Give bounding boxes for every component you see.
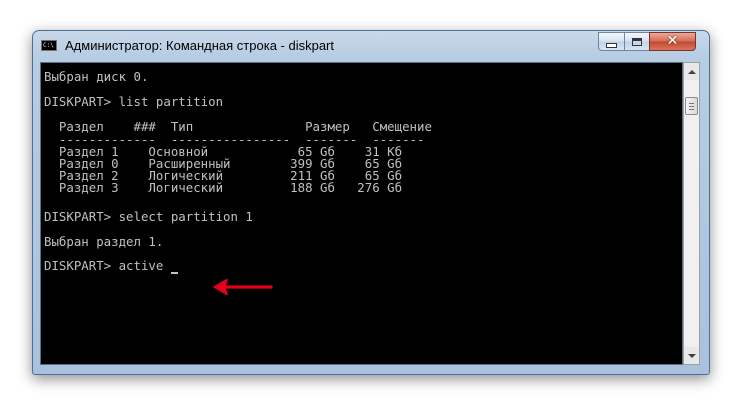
cmd-app-icon[interactable]: C:\ — [41, 40, 57, 51]
partition-table-row: Раздел 3 Логический 188 Gб 276 Gб — [44, 180, 403, 195]
minimize-icon — [606, 42, 617, 48]
console-output[interactable]: Выбран диск 0. DISKPART> list partition … — [40, 62, 683, 365]
console-line: Выбран диск 0. — [44, 69, 149, 84]
arrow-up-icon — [687, 69, 696, 74]
window-title: Администратор: Командная строка - diskpa… — [65, 38, 335, 53]
vertical-scrollbar[interactable] — [683, 62, 700, 365]
title-bar[interactable]: C:\ Администратор: Командная строка - di… — [33, 31, 709, 59]
scroll-thumb[interactable] — [685, 97, 698, 115]
console-line: Выбран раздел 1. — [44, 234, 164, 249]
grip-line — [689, 106, 694, 107]
console-line: DISKPART> list partition — [44, 94, 224, 109]
maximize-button[interactable] — [624, 32, 650, 51]
scroll-down-button[interactable] — [684, 347, 699, 364]
scroll-up-button[interactable] — [684, 63, 699, 80]
close-icon: ✕ — [666, 33, 679, 49]
minimize-button[interactable] — [598, 32, 625, 51]
text-cursor — [171, 272, 178, 274]
arrow-down-icon — [687, 353, 696, 358]
command-input-line[interactable]: DISKPART> active — [44, 259, 163, 272]
annotation-arrow-icon — [213, 278, 273, 296]
grip-line — [689, 109, 694, 110]
console-line: DISKPART> select partition 1 — [44, 209, 253, 224]
close-button[interactable]: ✕ — [649, 32, 696, 51]
maximize-icon — [632, 37, 642, 46]
grip-line — [689, 103, 694, 104]
command-prompt-window: C:\ Администратор: Командная строка - di… — [32, 30, 710, 375]
